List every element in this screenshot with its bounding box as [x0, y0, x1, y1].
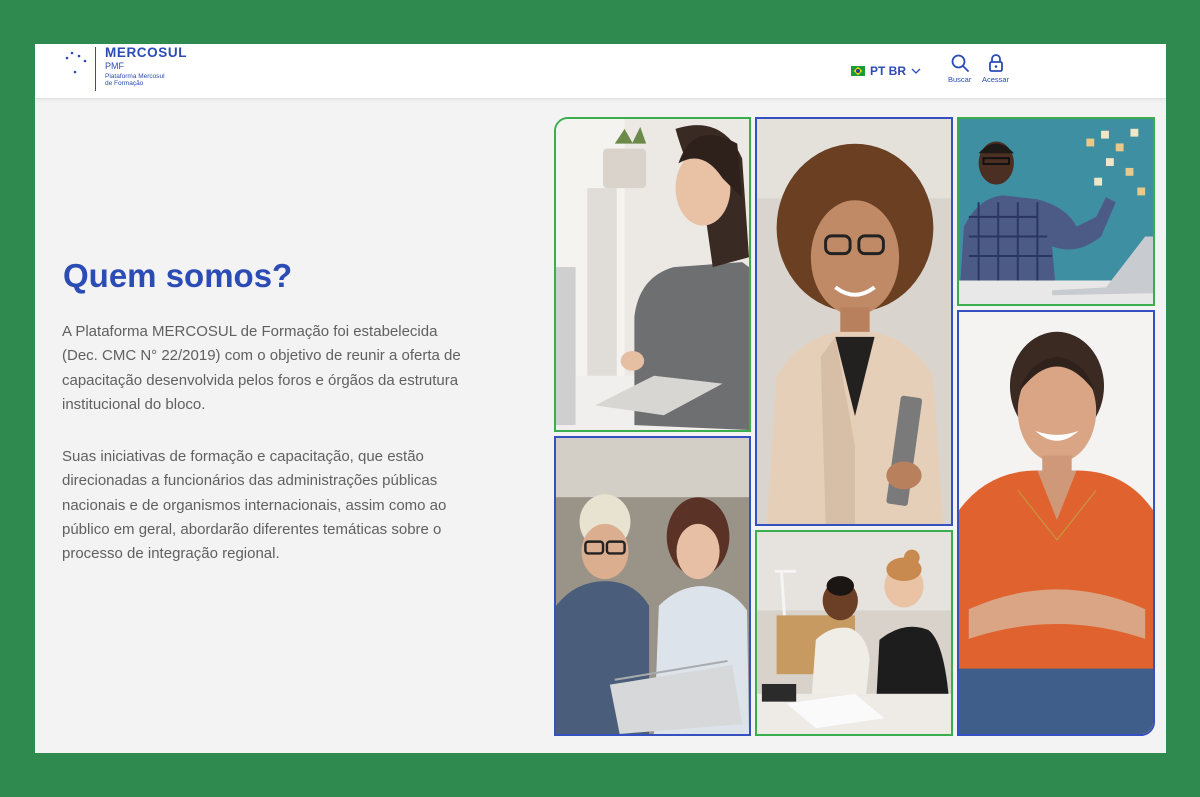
- access-label: Acessar: [982, 75, 1010, 84]
- initiatives-paragraph: Suas iniciativas de formação e capacitaç…: [62, 448, 447, 563]
- chevron-down-icon: [911, 68, 921, 74]
- site-header: MERCOSUL PMF Plataforma Mercosul de Form…: [35, 44, 1166, 99]
- search-icon: [951, 54, 969, 72]
- language-selector[interactable]: PT BR: [851, 62, 922, 80]
- search-label: Buscar: [948, 75, 972, 84]
- photo-students-laptop: [554, 436, 751, 736]
- search-button[interactable]: Buscar: [948, 53, 971, 84]
- logo-subtitle-line1: Plataforma Mercosul: [105, 73, 165, 80]
- page: MERCOSUL PMF Plataforma Mercosul de Form…: [35, 44, 1166, 753]
- photo-woman-glasses: [755, 117, 953, 526]
- intro-paragraph: A Plataforma MERCOSUL de Formação foi es…: [62, 323, 461, 413]
- logo-subtitle-line2: de Formação: [105, 80, 144, 87]
- pmf-logo[interactable]: MERCOSUL PMF Plataforma Mercosul de Form…: [61, 44, 241, 98]
- photo-woman-smiling: [957, 310, 1155, 736]
- logo-title: MERCOSUL: [105, 45, 188, 60]
- photo-women-studying: [755, 530, 953, 736]
- language-label: PT BR: [870, 64, 906, 78]
- stars-icon: [65, 51, 87, 74]
- logo-abbreviation: PMF: [105, 61, 124, 71]
- brazil-flag-icon: [851, 66, 865, 76]
- photo-woman-writing: [554, 117, 751, 432]
- page-title: Quem somos?: [63, 257, 293, 294]
- logo-divider: [95, 47, 96, 91]
- access-button[interactable]: Acessar: [982, 53, 1009, 84]
- lock-icon: [988, 54, 1003, 72]
- photo-man-headset: [957, 117, 1155, 306]
